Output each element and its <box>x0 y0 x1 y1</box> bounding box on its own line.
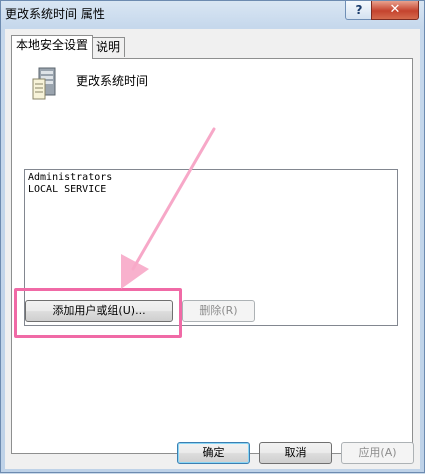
cancel-button[interactable]: 取消 <box>259 442 332 464</box>
help-button[interactable]: ? <box>345 1 373 20</box>
highlight-box <box>14 288 182 338</box>
ok-button[interactable]: 确定 <box>177 442 250 464</box>
tab-explain[interactable]: 说明 <box>91 37 126 57</box>
policy-name: 更改系统时间 <box>76 74 149 88</box>
list-item[interactable]: LOCAL SERVICE <box>28 184 394 196</box>
tab-local-security-setting[interactable]: 本地安全设置 <box>11 35 94 59</box>
server-policy-icon <box>32 67 56 100</box>
list-item[interactable]: Administrators <box>28 172 394 184</box>
dialog-client-area: 本地安全设置 说明 更改系统时间 Administrators LOCAL SE… <box>5 29 420 469</box>
tab-panel: 更改系统时间 Administrators LOCAL SERVICE <box>11 58 413 454</box>
window-title: 更改系统时间 属性 <box>5 7 105 21</box>
remove-button[interactable]: 删除(R) <box>182 300 255 322</box>
apply-button[interactable]: 应用(A) <box>341 442 414 464</box>
properties-dialog: 更改系统时间 属性 ? ✕ 本地安全设置 说明 更改系统时间 Administr… <box>0 0 425 473</box>
close-button[interactable]: ✕ <box>371 1 419 20</box>
